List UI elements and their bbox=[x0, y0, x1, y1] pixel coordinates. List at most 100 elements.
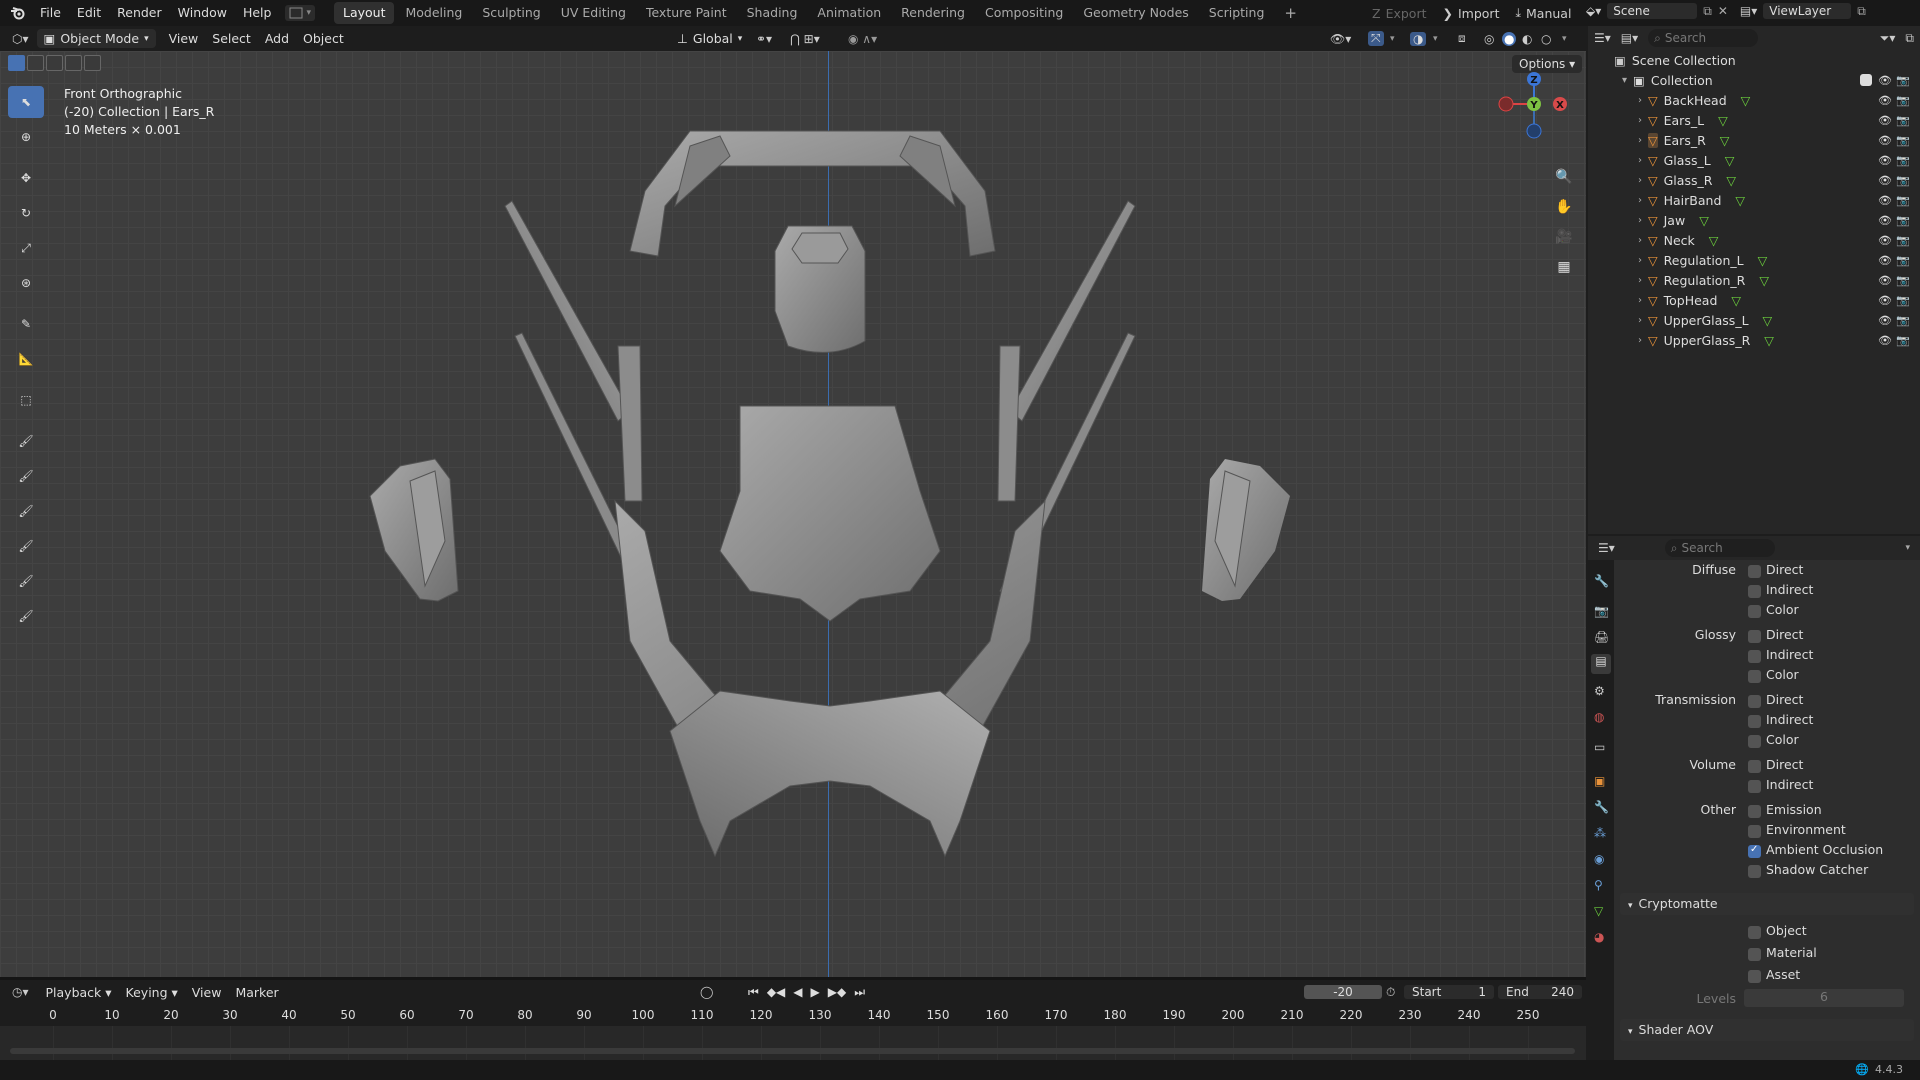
camera-render-icon[interactable]: 📷 bbox=[1896, 113, 1910, 127]
viewlayer-selector[interactable]: ViewLayer bbox=[1763, 3, 1852, 19]
gizmo-dropdown-icon[interactable]: ▾ bbox=[1390, 34, 1395, 44]
expand-arrow-icon[interactable]: ▾ bbox=[1622, 75, 1627, 86]
viewlayer-icon[interactable]: ▤▾ bbox=[1740, 4, 1757, 18]
expand-arrow-icon[interactable]: › bbox=[1638, 255, 1642, 266]
navigation-gizmo[interactable]: Z Y X bbox=[1490, 71, 1570, 151]
new-scene-icon[interactable]: ⧉ bbox=[1703, 4, 1712, 19]
camera-render-icon[interactable]: 📷 bbox=[1896, 193, 1910, 207]
pass-checkbox[interactable] bbox=[1748, 780, 1761, 793]
eye-icon[interactable]: 👁 bbox=[1878, 113, 1892, 127]
outliner-item[interactable]: › ▽ Glass_R ▽ 👁 📷 bbox=[1588, 170, 1920, 190]
outliner-item[interactable]: › ▽ UpperGlass_R ▽ 👁 📷 bbox=[1588, 330, 1920, 350]
camera-render-icon[interactable]: 📷 bbox=[1896, 333, 1910, 347]
camera-render-icon[interactable]: 📷 bbox=[1896, 133, 1910, 147]
knife-tool-6[interactable]: 🖌 bbox=[8, 600, 44, 632]
tab-modeling[interactable]: Modeling bbox=[396, 2, 471, 24]
expand-arrow-icon[interactable]: › bbox=[1638, 295, 1642, 306]
camera-render-icon[interactable]: 📷 bbox=[1896, 173, 1910, 187]
proportional-edit-icon[interactable]: ◉ ∧▾ bbox=[848, 32, 877, 46]
start-frame-field[interactable]: Start 1 bbox=[1404, 985, 1494, 999]
pass-checkbox[interactable] bbox=[1748, 585, 1761, 598]
display-mode-icon[interactable]: ▤▾ bbox=[1621, 31, 1638, 45]
tab-uv-editing[interactable]: UV Editing bbox=[552, 2, 635, 24]
tab-texture-paint[interactable]: Texture Paint bbox=[637, 2, 736, 24]
tab-layout[interactable]: Layout bbox=[333, 2, 395, 24]
outliner-item[interactable]: › ▽ UpperGlass_L ▽ 👁 📷 bbox=[1588, 310, 1920, 330]
tab-shading[interactable]: Shading bbox=[738, 2, 807, 24]
frame-range-icon[interactable]: ⏱ bbox=[1386, 985, 1395, 1000]
menu-playback[interactable]: Playback ▾ bbox=[39, 985, 119, 1000]
eye-icon[interactable]: 👁 bbox=[1878, 193, 1892, 207]
measure-tool[interactable]: 📐 bbox=[8, 343, 44, 375]
select-extend-icon[interactable] bbox=[27, 55, 44, 71]
tab-sculpting[interactable]: Sculpting bbox=[473, 2, 549, 24]
shading-wireframe-icon[interactable]: ◎ bbox=[1484, 32, 1494, 46]
zoom-button[interactable]: 🔍 bbox=[1552, 169, 1576, 193]
outliner-item[interactable]: › ▽ Ears_R ▽ 👁 📷 bbox=[1588, 130, 1920, 150]
editor-type-3d-icon[interactable]: ⬡▾ bbox=[0, 32, 37, 46]
levels-field[interactable]: 6 bbox=[1744, 989, 1904, 1007]
tab-scene[interactable]: ⚙ bbox=[1594, 684, 1605, 698]
menu-edit[interactable]: Edit bbox=[69, 0, 109, 26]
pan-button[interactable]: ✋ bbox=[1552, 199, 1576, 223]
backhead-mesh[interactable] bbox=[669, 690, 991, 858]
delete-scene-icon[interactable]: ✕ bbox=[1718, 4, 1728, 18]
knife-tool-2[interactable]: 🖌 bbox=[8, 460, 44, 492]
outliner-editor-icon[interactable]: ☰▾ bbox=[1594, 31, 1611, 45]
select-invert-icon[interactable] bbox=[65, 55, 82, 71]
pass-checkbox[interactable] bbox=[1748, 865, 1761, 878]
pass-checkbox[interactable]: ✓ bbox=[1748, 844, 1761, 858]
pass-checkbox[interactable] bbox=[1748, 695, 1761, 708]
tab-data[interactable]: ▽ bbox=[1594, 904, 1603, 918]
eye-icon[interactable]: 👁 bbox=[1878, 273, 1892, 287]
outliner-item[interactable]: › ▽ Glass_L ▽ 👁 📷 bbox=[1588, 150, 1920, 170]
select-intersect-icon[interactable] bbox=[84, 55, 101, 71]
menu-render[interactable]: Render bbox=[109, 0, 170, 26]
pass-checkbox[interactable] bbox=[1748, 630, 1761, 643]
properties-search-field[interactable]: ⌕ Search bbox=[1664, 539, 1775, 557]
eye-icon[interactable]: 👁 bbox=[1878, 73, 1892, 87]
editor-type-icon[interactable]: ▾ bbox=[285, 5, 315, 21]
tab-animation[interactable]: Animation bbox=[808, 2, 890, 24]
knife-tool-4[interactable]: 🖌 bbox=[8, 530, 44, 562]
3d-viewport[interactable]: ⬉ ⊕ ✥ ↻ ⤢ ⊛ ✎ 📐 ⬚ 🖌 🖌 🖌 🖌 🖌 🖌 Front Orth… bbox=[0, 51, 1586, 977]
outliner-item[interactable]: › ▽ Regulation_R ▽ 👁 📷 bbox=[1588, 270, 1920, 290]
play-reverse-icon[interactable]: ◀ bbox=[793, 985, 802, 1000]
frame-ruler[interactable]: 0 10 20 30 40 50 60 70 80 90 100 110 120 130 140 150 160… bbox=[0, 1008, 1586, 1028]
annotate-tool[interactable]: ✎ bbox=[8, 308, 44, 340]
tab-output[interactable]: 🖨 bbox=[1594, 630, 1609, 644]
pivot-icon[interactable]: ⚭▾ bbox=[756, 32, 772, 46]
visibility-icon[interactable]: 👁▾ bbox=[1330, 32, 1351, 46]
knife-tool-1[interactable]: 🖌 bbox=[8, 425, 44, 457]
blender-logo-icon[interactable] bbox=[0, 6, 32, 20]
tab-material[interactable]: ◕ bbox=[1594, 930, 1604, 944]
outliner-item[interactable]: › ▽ BackHead ▽ 👁 📷 bbox=[1588, 90, 1920, 110]
outliner-item[interactable]: › ▽ HairBand ▽ 👁 📷 bbox=[1588, 190, 1920, 210]
knife-tool-5[interactable]: 🖌 bbox=[8, 565, 44, 597]
expand-arrow-icon[interactable]: › bbox=[1638, 135, 1642, 146]
expand-arrow-icon[interactable]: › bbox=[1638, 235, 1642, 246]
knife-tool-3[interactable]: 🖌 bbox=[8, 495, 44, 527]
eye-icon[interactable]: 👁 bbox=[1878, 253, 1892, 267]
pass-checkbox[interactable] bbox=[1748, 735, 1761, 748]
tab-object[interactable]: ▣ bbox=[1594, 774, 1605, 788]
properties-editor-icon[interactable]: ☰▾ bbox=[1598, 541, 1615, 555]
hairband-mesh[interactable] bbox=[719, 405, 941, 622]
outliner-item[interactable]: › ▽ Neck ▽ 👁 📷 bbox=[1588, 230, 1920, 250]
outliner-item[interactable]: › ▽ Jaw ▽ 👁 📷 bbox=[1588, 210, 1920, 230]
cryptomatte-checkbox[interactable] bbox=[1748, 970, 1761, 983]
tab-collection[interactable]: ▭ bbox=[1594, 740, 1605, 754]
pass-checkbox[interactable] bbox=[1748, 825, 1761, 838]
glass-l-mesh[interactable] bbox=[504, 200, 631, 422]
expand-arrow-icon[interactable]: › bbox=[1638, 195, 1642, 206]
outliner-item[interactable]: › ▽ Ears_L ▽ 👁 📷 bbox=[1588, 110, 1920, 130]
expand-arrow-icon[interactable]: › bbox=[1638, 115, 1642, 126]
shading-dropdown-icon[interactable]: ▾ bbox=[1562, 34, 1567, 44]
rotate-tool[interactable]: ↻ bbox=[8, 197, 44, 229]
regulation-l-mesh[interactable] bbox=[617, 345, 643, 502]
next-keyframe-icon[interactable]: ▶◆ bbox=[828, 985, 846, 1000]
snap-icon[interactable]: ⋂ ⊞▾ bbox=[790, 32, 820, 46]
menu-keying[interactable]: Keying ▾ bbox=[119, 985, 185, 1000]
camera-render-icon[interactable]: 📷 bbox=[1896, 213, 1910, 227]
export-button[interactable]: Z Export bbox=[1366, 3, 1433, 23]
